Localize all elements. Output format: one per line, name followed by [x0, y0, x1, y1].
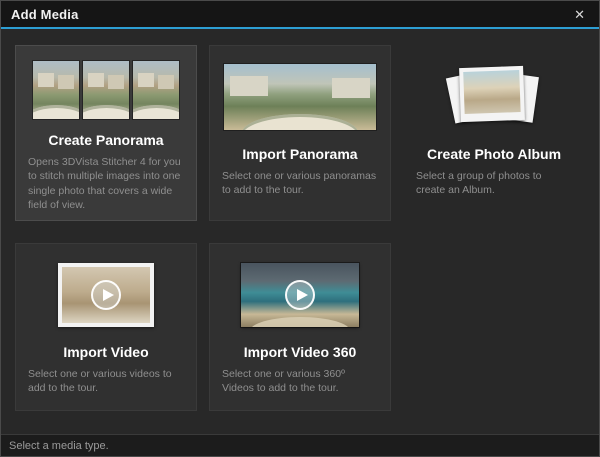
triple-photos-icon	[31, 61, 181, 119]
media-type-grid: Create Panorama Opens 3DVista Stitcher 4…	[1, 29, 599, 434]
import-panorama-thumbnail	[224, 60, 376, 134]
dialog-title: Add Media	[11, 7, 79, 22]
panorama-photo-icon	[224, 64, 376, 130]
video-360-photo-icon	[241, 263, 359, 327]
tile-description: Select one or various panoramas to add t…	[218, 169, 382, 197]
tile-description: Select one or various videos to add to t…	[24, 367, 188, 395]
status-text: Select a media type.	[9, 440, 109, 452]
close-icon[interactable]: ✕	[570, 6, 589, 23]
tile-create-photo-album[interactable]: Create Photo Album Select a group of pho…	[403, 45, 585, 221]
tile-create-panorama[interactable]: Create Panorama Opens 3DVista Stitcher 4…	[15, 45, 197, 221]
import-video-360-thumbnail	[241, 258, 359, 332]
tile-title: Import Video 360	[244, 344, 357, 360]
photo-icon	[133, 61, 179, 119]
tile-title: Create Panorama	[48, 132, 163, 148]
tile-import-video[interactable]: Import Video Select one or various video…	[15, 243, 197, 411]
tile-title: Create Photo Album	[427, 146, 561, 162]
tile-description: Select a group of photos to create an Al…	[412, 169, 576, 197]
video-photo-icon	[58, 263, 154, 327]
tile-import-panorama[interactable]: Import Panorama Select one or various pa…	[209, 45, 391, 221]
tile-description: Select one or various 360º Videos to add…	[218, 367, 382, 395]
photo-stack-icon	[444, 60, 544, 134]
add-media-dialog: Add Media ✕ Create Panorama Opens 3DVist…	[0, 0, 600, 457]
status-bar: Select a media type.	[1, 434, 599, 456]
tile-import-video-360[interactable]: Import Video 360 Select one or various 3…	[209, 243, 391, 411]
create-panorama-thumbnail	[31, 60, 181, 120]
import-video-thumbnail	[58, 258, 154, 332]
tile-description: Opens 3DVista Stitcher 4 for you to stit…	[24, 155, 188, 212]
titlebar: Add Media ✕	[1, 1, 599, 27]
tile-title: Import Panorama	[242, 146, 357, 162]
photo-icon	[33, 61, 79, 119]
play-icon	[91, 280, 121, 310]
create-photo-album-thumbnail	[444, 60, 544, 134]
tile-title: Import Video	[63, 344, 148, 360]
empty-grid-cell	[403, 243, 585, 411]
play-icon	[285, 280, 315, 310]
photo-icon	[83, 61, 129, 119]
photo-card	[459, 66, 525, 122]
photo-image	[463, 70, 520, 114]
